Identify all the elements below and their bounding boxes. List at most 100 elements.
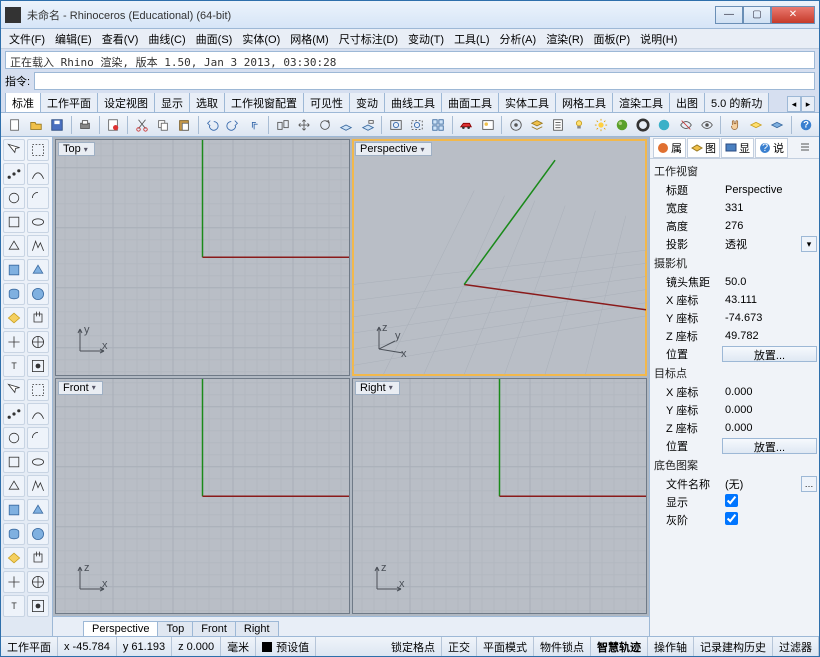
menu-item[interactable]: 编辑(E) — [51, 30, 96, 48]
option-tab[interactable]: 实体工具 — [498, 93, 556, 112]
undo-multi-icon[interactable] — [245, 115, 264, 135]
cut-icon[interactable] — [132, 115, 151, 135]
doc-properties-icon[interactable] — [104, 115, 123, 135]
status-toggle[interactable]: 过滤器 — [773, 637, 819, 656]
open-file-icon[interactable] — [26, 115, 45, 135]
props-tab-layers[interactable]: 图 — [687, 138, 720, 158]
option-tab[interactable]: 可见性 — [303, 93, 350, 112]
viewport-tab[interactable]: Perspective — [83, 621, 158, 636]
tool-pointer-icon[interactable] — [3, 379, 25, 401]
ty-value[interactable]: 0.000 — [722, 404, 817, 416]
menu-item[interactable]: 实体(O) — [238, 30, 284, 48]
option-tab[interactable]: 5.0 的新功 — [704, 93, 769, 112]
status-toggle[interactable]: 记录建构历史 — [694, 637, 773, 656]
hand-icon[interactable] — [725, 115, 744, 135]
menu-item[interactable]: 渲染(R) — [542, 30, 587, 48]
tool-star-icon[interactable] — [3, 547, 25, 569]
viewport-top-label[interactable]: Top▾ — [58, 142, 95, 156]
viewport-right[interactable]: Right▾ zx — [352, 378, 647, 615]
option-tab[interactable]: 曲线工具 — [384, 93, 442, 112]
wallpaper-gray-checkbox[interactable] — [725, 512, 738, 525]
render-preview-icon[interactable] — [478, 115, 497, 135]
new-file-icon[interactable] — [5, 115, 24, 135]
menu-item[interactable]: 尺寸标注(D) — [335, 30, 402, 48]
status-toggle[interactable]: 平面模式 — [477, 637, 534, 656]
tz-value[interactable]: 0.000 — [722, 422, 817, 434]
tool-curve-icon[interactable] — [27, 403, 49, 425]
menu-item[interactable]: 曲面(S) — [192, 30, 237, 48]
camy-value[interactable]: -74.673 — [722, 312, 817, 324]
chevron-down-icon[interactable]: ▾ — [92, 383, 96, 392]
close-button[interactable]: ✕ — [771, 6, 815, 24]
status-layer[interactable]: 预设值 — [256, 637, 316, 656]
lens-value[interactable]: 50.0 — [722, 276, 817, 288]
option-tab[interactable]: 出图 — [669, 93, 705, 112]
menu-item[interactable]: 说明(H) — [636, 30, 681, 48]
status-toggle[interactable]: 操作轴 — [648, 637, 694, 656]
tool-points-icon[interactable] — [3, 403, 25, 425]
tool-lasso-select-icon[interactable] — [27, 379, 49, 401]
move-icon[interactable] — [294, 115, 313, 135]
minimize-button[interactable]: — — [715, 6, 743, 24]
camera-place-button[interactable]: 放置... — [722, 346, 817, 362]
tx-value[interactable]: 0.000 — [722, 386, 817, 398]
tool-rectangle-icon[interactable] — [3, 211, 25, 233]
option-tab[interactable]: 曲面工具 — [441, 93, 499, 112]
redo-icon[interactable] — [224, 115, 243, 135]
tool-ellipse-icon[interactable] — [27, 211, 49, 233]
viewport-perspective-label[interactable]: Perspective▾ — [355, 142, 432, 156]
viewport-tab[interactable]: Front — [192, 621, 236, 636]
option-tab[interactable]: 显示 — [154, 93, 190, 112]
status-toggle[interactable]: 智慧轨迹 — [591, 637, 648, 656]
cplane-named-icon[interactable] — [358, 115, 377, 135]
props-tab-help[interactable]: ?说 — [755, 138, 788, 158]
show-icon[interactable] — [697, 115, 716, 135]
wallpaper-browse-button[interactable]: … — [801, 476, 817, 492]
tool-cylinder-icon[interactable] — [3, 523, 25, 545]
four-view-icon[interactable] — [429, 115, 448, 135]
tool-polygon-icon[interactable] — [3, 235, 25, 257]
wallpaper-show-checkbox[interactable] — [725, 494, 738, 507]
tab-scroll-left[interactable]: ◂ — [787, 96, 801, 112]
status-toggle[interactable]: 物件锁点 — [534, 637, 591, 656]
options-icon[interactable] — [506, 115, 525, 135]
tool-box-icon[interactable] — [3, 499, 25, 521]
tool-box-icon[interactable] — [3, 259, 25, 281]
tool-render-frame-icon[interactable] — [27, 595, 49, 617]
tool-sphere-icon[interactable] — [27, 283, 49, 305]
material-ring-icon[interactable] — [634, 115, 653, 135]
viewport-tab[interactable]: Top — [157, 621, 193, 636]
viewport-top[interactable]: Top▾ yx — [55, 139, 350, 376]
menu-item[interactable]: 曲线(C) — [144, 30, 189, 48]
layers-icon[interactable] — [527, 115, 546, 135]
cplane-icon[interactable] — [337, 115, 356, 135]
tool-cone-icon[interactable] — [27, 259, 49, 281]
tool-move-xy-icon[interactable] — [3, 571, 25, 593]
chevron-down-icon[interactable]: ▾ — [420, 145, 424, 154]
zoom-sel-icon[interactable] — [407, 115, 426, 135]
tool-cone-icon[interactable] — [27, 499, 49, 521]
tool-circle-icon[interactable] — [3, 427, 25, 449]
tool-points-icon[interactable] — [3, 163, 25, 185]
layer-yellow-icon[interactable] — [747, 115, 766, 135]
chevron-down-icon[interactable]: ▾ — [389, 383, 393, 392]
render-car-icon[interactable] — [457, 115, 476, 135]
tool-curve-icon[interactable] — [27, 163, 49, 185]
props-tab-display[interactable]: 显 — [721, 138, 754, 158]
option-tab[interactable]: 选取 — [189, 93, 225, 112]
maximize-button[interactable]: ▢ — [743, 6, 771, 24]
status-cplane[interactable]: 工作平面 — [1, 637, 58, 656]
tool-lasso-select-icon[interactable] — [27, 139, 49, 161]
menu-item[interactable]: 变动(T) — [404, 30, 448, 48]
material-ball-icon[interactable] — [612, 115, 631, 135]
tool-text-icon[interactable]: T — [3, 595, 25, 617]
tool-arc-icon[interactable] — [27, 427, 49, 449]
viewport-tab[interactable]: Right — [235, 621, 279, 636]
properties-icon[interactable] — [549, 115, 568, 135]
menu-item[interactable]: 面板(P) — [589, 30, 634, 48]
tool-sphere-icon[interactable] — [27, 523, 49, 545]
camx-value[interactable]: 43.111 — [722, 294, 817, 306]
tab-scroll-right[interactable]: ▸ — [801, 96, 815, 112]
tool-extract-icon[interactable] — [27, 547, 49, 569]
hide-icon[interactable] — [676, 115, 695, 135]
